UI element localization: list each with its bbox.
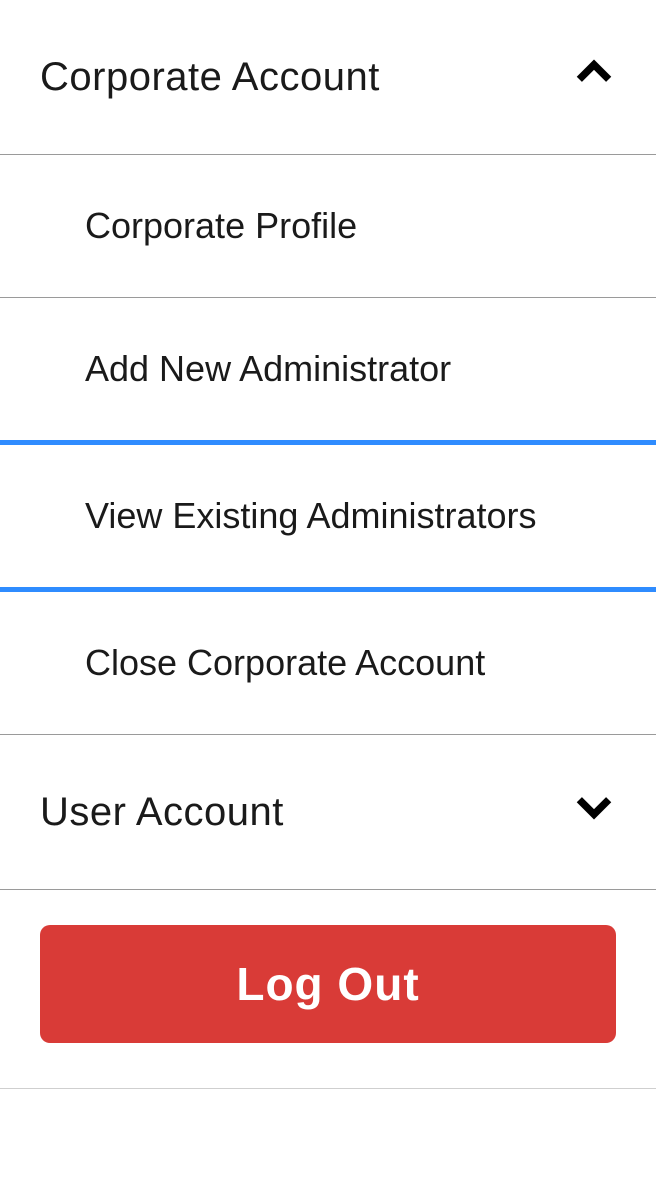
submenu-item-label: Close Corporate Account bbox=[85, 642, 485, 683]
chevron-down-icon bbox=[572, 785, 616, 839]
submenu-item-add-new-administrator[interactable]: Add New Administrator bbox=[0, 298, 656, 441]
submenu-item-label: View Existing Administrators bbox=[85, 495, 537, 536]
section-label: User Account bbox=[40, 790, 284, 835]
logout-button-label: Log Out bbox=[236, 958, 419, 1010]
submenu-item-label: Add New Administrator bbox=[85, 348, 451, 389]
section-header-corporate-account[interactable]: Corporate Account bbox=[0, 0, 656, 155]
submenu-item-close-corporate-account[interactable]: Close Corporate Account bbox=[0, 592, 656, 735]
section-label: Corporate Account bbox=[40, 55, 380, 100]
submenu-item-label: Corporate Profile bbox=[85, 205, 357, 246]
chevron-up-icon bbox=[572, 50, 616, 104]
submenu-corporate-account: Corporate Profile Add New Administrator … bbox=[0, 155, 656, 735]
submenu-item-view-existing-administrators[interactable]: View Existing Administrators bbox=[0, 440, 656, 592]
submenu-item-corporate-profile[interactable]: Corporate Profile bbox=[0, 155, 656, 298]
account-menu: Corporate Account Corporate Profile Add … bbox=[0, 0, 656, 1200]
logout-button[interactable]: Log Out bbox=[40, 925, 616, 1043]
section-header-user-account[interactable]: User Account bbox=[0, 735, 656, 890]
footer: Log Out bbox=[0, 890, 656, 1089]
